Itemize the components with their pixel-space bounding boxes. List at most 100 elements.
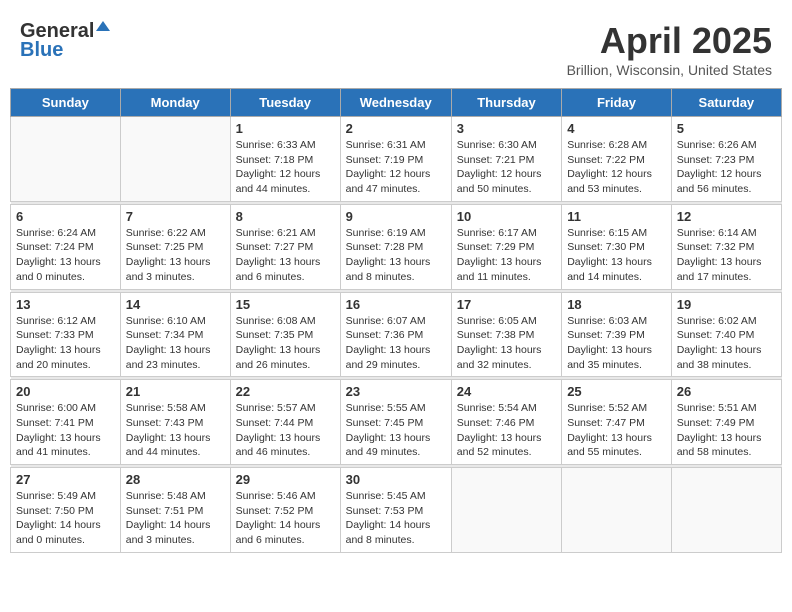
week-row-2: 6 Sunrise: 6:24 AM Sunset: 7:24 PM Daylig…: [11, 204, 782, 289]
day-info: Sunrise: 6:26 AM Sunset: 7:23 PM Dayligh…: [677, 138, 776, 197]
weekday-header-saturday: Saturday: [671, 89, 781, 117]
calendar-cell-5-6: [562, 468, 672, 553]
day-number: 12: [677, 209, 776, 224]
calendar-cell-5-1: 27 Sunrise: 5:49 AM Sunset: 7:50 PM Dayli…: [11, 468, 121, 553]
day-info: Sunrise: 5:57 AM Sunset: 7:44 PM Dayligh…: [236, 401, 335, 460]
calendar-cell-1-6: 4 Sunrise: 6:28 AM Sunset: 7:22 PM Daylig…: [562, 117, 672, 202]
day-info: Sunrise: 6:08 AM Sunset: 7:35 PM Dayligh…: [236, 314, 335, 373]
day-info: Sunrise: 6:21 AM Sunset: 7:27 PM Dayligh…: [236, 226, 335, 285]
day-number: 17: [457, 297, 556, 312]
day-info: Sunrise: 6:31 AM Sunset: 7:19 PM Dayligh…: [346, 138, 446, 197]
day-number: 10: [457, 209, 556, 224]
day-info: Sunrise: 5:45 AM Sunset: 7:53 PM Dayligh…: [346, 489, 446, 548]
week-row-5: 27 Sunrise: 5:49 AM Sunset: 7:50 PM Dayli…: [11, 468, 782, 553]
day-info: Sunrise: 6:28 AM Sunset: 7:22 PM Dayligh…: [567, 138, 666, 197]
calendar-cell-4-7: 26 Sunrise: 5:51 AM Sunset: 7:49 PM Dayli…: [671, 380, 781, 465]
calendar-cell-1-5: 3 Sunrise: 6:30 AM Sunset: 7:21 PM Daylig…: [451, 117, 561, 202]
page-header: General Blue April 2025 Brillion, Wiscon…: [10, 10, 782, 84]
day-number: 23: [346, 384, 446, 399]
month-title: April 2025: [567, 20, 772, 62]
day-info: Sunrise: 5:58 AM Sunset: 7:43 PM Dayligh…: [126, 401, 225, 460]
day-number: 27: [16, 472, 115, 487]
calendar-cell-2-4: 9Sunrise: 6:19 AM Sunset: 7:28 PM Daylig…: [340, 204, 451, 289]
day-number: 5: [677, 121, 776, 136]
calendar-cell-5-4: 30 Sunrise: 5:45 AM Sunset: 7:53 PM Dayli…: [340, 468, 451, 553]
calendar-cell-1-2: [120, 117, 230, 202]
day-number: 15: [236, 297, 335, 312]
week-row-3: 13Sunrise: 6:12 AM Sunset: 7:33 PM Dayli…: [11, 292, 782, 377]
weekday-header-wednesday: Wednesday: [340, 89, 451, 117]
day-number: 9: [346, 209, 446, 224]
calendar-cell-2-7: 12 Sunrise: 6:14 AM Sunset: 7:32 PM Dayli…: [671, 204, 781, 289]
calendar-cell-3-1: 13Sunrise: 6:12 AM Sunset: 7:33 PM Dayli…: [11, 292, 121, 377]
day-info: Sunrise: 5:49 AM Sunset: 7:50 PM Dayligh…: [16, 489, 115, 548]
day-info: Sunrise: 5:51 AM Sunset: 7:49 PM Dayligh…: [677, 401, 776, 460]
title-section: April 2025 Brillion, Wisconsin, United S…: [567, 20, 772, 78]
day-number: 25: [567, 384, 666, 399]
weekday-header-friday: Friday: [562, 89, 672, 117]
calendar-cell-1-1: [11, 117, 121, 202]
day-number: 2: [346, 121, 446, 136]
calendar-cell-4-4: 23 Sunrise: 5:55 AM Sunset: 7:45 PM Dayli…: [340, 380, 451, 465]
weekday-header-row: SundayMondayTuesdayWednesdayThursdayFrid…: [11, 89, 782, 117]
day-info: Sunrise: 6:24 AM Sunset: 7:24 PM Dayligh…: [16, 226, 115, 285]
day-info: Sunrise: 6:07 AM Sunset: 7:36 PM Dayligh…: [346, 314, 446, 373]
weekday-header-thursday: Thursday: [451, 89, 561, 117]
calendar-cell-2-6: 11 Sunrise: 6:15 AM Sunset: 7:30 PM Dayli…: [562, 204, 672, 289]
day-number: 20: [16, 384, 115, 399]
day-info: Sunrise: 6:17 AM Sunset: 7:29 PM Dayligh…: [457, 226, 556, 285]
calendar-cell-3-5: 17 Sunrise: 6:05 AM Sunset: 7:38 PM Dayli…: [451, 292, 561, 377]
day-number: 11: [567, 209, 666, 224]
calendar-cell-3-4: 16 Sunrise: 6:07 AM Sunset: 7:36 PM Dayli…: [340, 292, 451, 377]
day-number: 26: [677, 384, 776, 399]
calendar-cell-3-7: 19Sunrise: 6:02 AM Sunset: 7:40 PM Dayli…: [671, 292, 781, 377]
calendar-cell-3-3: 15 Sunrise: 6:08 AM Sunset: 7:35 PM Dayli…: [230, 292, 340, 377]
day-info: Sunrise: 6:22 AM Sunset: 7:25 PM Dayligh…: [126, 226, 225, 285]
day-number: 7: [126, 209, 225, 224]
calendar-cell-2-3: 8 Sunrise: 6:21 AM Sunset: 7:27 PM Daylig…: [230, 204, 340, 289]
day-info: Sunrise: 6:03 AM Sunset: 7:39 PM Dayligh…: [567, 314, 666, 373]
weekday-header-tuesday: Tuesday: [230, 89, 340, 117]
calendar-cell-3-6: 18Sunrise: 6:03 AM Sunset: 7:39 PM Dayli…: [562, 292, 672, 377]
day-info: Sunrise: 5:46 AM Sunset: 7:52 PM Dayligh…: [236, 489, 335, 548]
day-number: 8: [236, 209, 335, 224]
calendar-cell-5-3: 29 Sunrise: 5:46 AM Sunset: 7:52 PM Dayli…: [230, 468, 340, 553]
day-number: 29: [236, 472, 335, 487]
logo-arrow-icon: [96, 21, 110, 40]
day-info: Sunrise: 6:14 AM Sunset: 7:32 PM Dayligh…: [677, 226, 776, 285]
day-number: 4: [567, 121, 666, 136]
day-info: Sunrise: 6:30 AM Sunset: 7:21 PM Dayligh…: [457, 138, 556, 197]
calendar-cell-1-7: 5 Sunrise: 6:26 AM Sunset: 7:23 PM Daylig…: [671, 117, 781, 202]
day-number: 14: [126, 297, 225, 312]
calendar-cell-4-5: 24 Sunrise: 5:54 AM Sunset: 7:46 PM Dayli…: [451, 380, 561, 465]
calendar-cell-3-2: 14Sunrise: 6:10 AM Sunset: 7:34 PM Dayli…: [120, 292, 230, 377]
calendar-cell-5-2: 28Sunrise: 5:48 AM Sunset: 7:51 PM Dayli…: [120, 468, 230, 553]
day-number: 16: [346, 297, 446, 312]
day-number: 30: [346, 472, 446, 487]
day-info: Sunrise: 6:05 AM Sunset: 7:38 PM Dayligh…: [457, 314, 556, 373]
calendar-cell-1-3: 1 Sunrise: 6:33 AM Sunset: 7:18 PM Daylig…: [230, 117, 340, 202]
calendar-cell-1-4: 2 Sunrise: 6:31 AM Sunset: 7:19 PM Daylig…: [340, 117, 451, 202]
day-number: 13: [16, 297, 115, 312]
day-info: Sunrise: 5:52 AM Sunset: 7:47 PM Dayligh…: [567, 401, 666, 460]
calendar-cell-4-2: 21Sunrise: 5:58 AM Sunset: 7:43 PM Dayli…: [120, 380, 230, 465]
day-number: 6: [16, 209, 115, 224]
logo: General Blue: [20, 20, 110, 62]
day-info: Sunrise: 6:02 AM Sunset: 7:40 PM Dayligh…: [677, 314, 776, 373]
day-number: 22: [236, 384, 335, 399]
day-info: Sunrise: 6:33 AM Sunset: 7:18 PM Dayligh…: [236, 138, 335, 197]
calendar-table: SundayMondayTuesdayWednesdayThursdayFrid…: [10, 88, 782, 553]
day-number: 3: [457, 121, 556, 136]
calendar-cell-4-3: 22 Sunrise: 5:57 AM Sunset: 7:44 PM Dayli…: [230, 380, 340, 465]
calendar-cell-2-2: 7 Sunrise: 6:22 AM Sunset: 7:25 PM Daylig…: [120, 204, 230, 289]
weekday-header-sunday: Sunday: [11, 89, 121, 117]
day-number: 1: [236, 121, 335, 136]
day-info: Sunrise: 5:55 AM Sunset: 7:45 PM Dayligh…: [346, 401, 446, 460]
calendar-cell-4-1: 20Sunrise: 6:00 AM Sunset: 7:41 PM Dayli…: [11, 380, 121, 465]
calendar-cell-2-5: 10 Sunrise: 6:17 AM Sunset: 7:29 PM Dayli…: [451, 204, 561, 289]
calendar-cell-5-5: [451, 468, 561, 553]
day-info: Sunrise: 5:54 AM Sunset: 7:46 PM Dayligh…: [457, 401, 556, 460]
calendar-cell-4-6: 25 Sunrise: 5:52 AM Sunset: 7:47 PM Dayli…: [562, 380, 672, 465]
day-info: Sunrise: 6:15 AM Sunset: 7:30 PM Dayligh…: [567, 226, 666, 285]
day-number: 24: [457, 384, 556, 399]
